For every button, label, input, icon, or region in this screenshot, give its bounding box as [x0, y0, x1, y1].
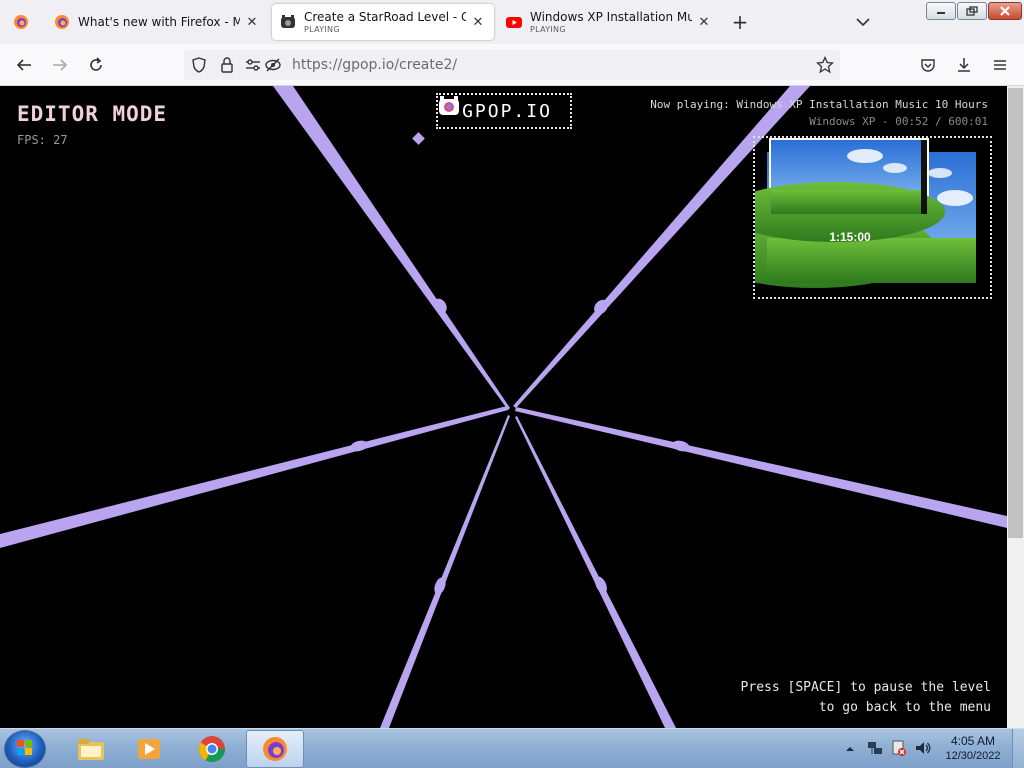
- forward-arrow-icon: [53, 59, 68, 71]
- firefox-icon: [55, 15, 69, 29]
- bliss-wallpaper-preview: [755, 138, 976, 288]
- close-tab-icon[interactable]: ✕: [470, 15, 486, 30]
- new-tab-button[interactable]: +: [728, 10, 752, 34]
- action-center-warning-icon[interactable]: [890, 739, 908, 757]
- taskbar-firefox[interactable]: [246, 730, 304, 768]
- now-playing-text: Now playing: Windows XP Installation Mus…: [650, 98, 988, 111]
- back-arrow-icon: [16, 59, 31, 71]
- reload-button[interactable]: [84, 53, 108, 77]
- youtube-icon: [506, 17, 522, 28]
- chrome-icon: [198, 736, 226, 763]
- minimize-icon: [937, 12, 945, 14]
- video-timestamp: 1:15:00: [829, 230, 871, 244]
- tab-playing-label: PLAYING: [530, 25, 566, 34]
- close-window-button[interactable]: [988, 2, 1022, 20]
- hamburger-menu-icon: [994, 60, 1006, 70]
- pause-hint-text: Press [SPACE] to pause the level: [740, 680, 991, 695]
- song-progress-text: Windows XP - 00:52 / 600:01: [809, 115, 988, 128]
- tab-title: Create a StarRoad Level - Gpop: [304, 10, 466, 24]
- taskbar-chrome[interactable]: [183, 730, 241, 768]
- windows-logo-icon: [17, 740, 32, 755]
- fps-counter: FPS: 27: [17, 133, 68, 147]
- show-desktop-button[interactable]: [1012, 729, 1024, 768]
- logo-text: GPOP.IO: [462, 100, 552, 122]
- clock-date: 12/30/2022: [945, 750, 1001, 762]
- tab-title: What's new with Firefox - More: [78, 15, 240, 29]
- camera-blocked-icon[interactable]: [264, 56, 282, 74]
- url-text[interactable]: https://gpop.io/create2/: [292, 57, 457, 73]
- folder-icon: [78, 739, 104, 760]
- tab-whats-new[interactable]: What's new with Firefox - More ✕: [46, 4, 268, 40]
- taskbar-explorer[interactable]: [62, 730, 120, 768]
- navigation-toolbar: https://gpop.io/create2/: [0, 44, 1024, 86]
- start-button[interactable]: [4, 730, 46, 768]
- restore-button[interactable]: [957, 2, 987, 20]
- game-canvas[interactable]: EDITOR MODE FPS: 27 GPOP.IO Now playing:…: [0, 86, 1007, 728]
- clock-time: 4:05 AM: [950, 734, 996, 748]
- show-hidden-icons-icon[interactable]: [844, 743, 856, 755]
- editor-mode-title: EDITOR MODE: [17, 102, 168, 126]
- permissions-icon[interactable]: [244, 56, 262, 74]
- windows-taskbar: 4:05 AM 12/30/2022: [0, 728, 1024, 768]
- taskbar-media-player[interactable]: [120, 730, 178, 768]
- media-player-icon: [138, 739, 160, 759]
- url-scheme: https://: [292, 57, 343, 73]
- url-path: /create2/: [394, 57, 458, 73]
- address-bar[interactable]: https://gpop.io/create2/: [184, 50, 840, 80]
- bookmark-star-icon[interactable]: [816, 56, 834, 74]
- screen: What's new with Firefox - More ✕ Create …: [0, 0, 1024, 768]
- gpop-logo-icon: [439, 96, 459, 115]
- list-all-tabs-button[interactable]: [852, 12, 874, 32]
- downloads-button[interactable]: [952, 53, 976, 77]
- scrollbar-thumb[interactable]: [1008, 88, 1023, 538]
- app-menu-button[interactable]: [988, 53, 1012, 77]
- taskbar-clock[interactable]: 4:05 AM 12/30/2022: [940, 734, 1006, 762]
- gpop-icon: [281, 15, 295, 28]
- pocket-button[interactable]: [916, 53, 940, 77]
- tab-strip: What's new with Firefox - More ✕ Create …: [0, 0, 1024, 44]
- back-button[interactable]: [12, 53, 36, 77]
- lane-right: [515, 407, 1007, 528]
- volume-icon[interactable]: [914, 739, 932, 757]
- menu-hint-text: to go back to the menu: [818, 700, 991, 715]
- close-icon: [1000, 6, 1010, 16]
- lane-lower-left: [380, 415, 510, 728]
- tab-windows-xp-music[interactable]: Windows XP Installation Music 1 PLAYING …: [498, 4, 720, 40]
- forward-button[interactable]: [48, 53, 72, 77]
- tab-create-starroad[interactable]: Create a StarRoad Level - Gpop PLAYING ✕: [272, 4, 494, 40]
- note-marker: [412, 132, 425, 145]
- url-host: gpop.io: [342, 57, 395, 73]
- lane-lower-right: [515, 416, 676, 728]
- restore-icon: [966, 6, 978, 16]
- close-tab-icon[interactable]: ✕: [696, 15, 712, 30]
- tab-playing-label: PLAYING: [304, 25, 340, 34]
- close-tab-icon[interactable]: ✕: [244, 15, 260, 30]
- chevron-down-icon: [856, 18, 870, 27]
- video-preview[interactable]: 1:15:00: [753, 136, 992, 299]
- reload-icon: [90, 57, 102, 71]
- lock-icon[interactable]: [218, 56, 236, 74]
- gpop-logo[interactable]: GPOP.IO: [436, 93, 572, 129]
- firefox-view-button[interactable]: [0, 0, 42, 44]
- lane-left: [0, 406, 508, 548]
- tab-title: Windows XP Installation Music 1: [530, 10, 692, 24]
- firefox-icon: [263, 737, 287, 761]
- network-icon[interactable]: [866, 739, 884, 757]
- tracking-protection-shield-icon[interactable]: [190, 56, 208, 74]
- pocket-icon: [921, 59, 935, 72]
- minimize-button[interactable]: [926, 2, 956, 20]
- lane-upper-left: [273, 86, 510, 410]
- firefox-icon: [14, 15, 28, 29]
- download-icon: [958, 58, 970, 72]
